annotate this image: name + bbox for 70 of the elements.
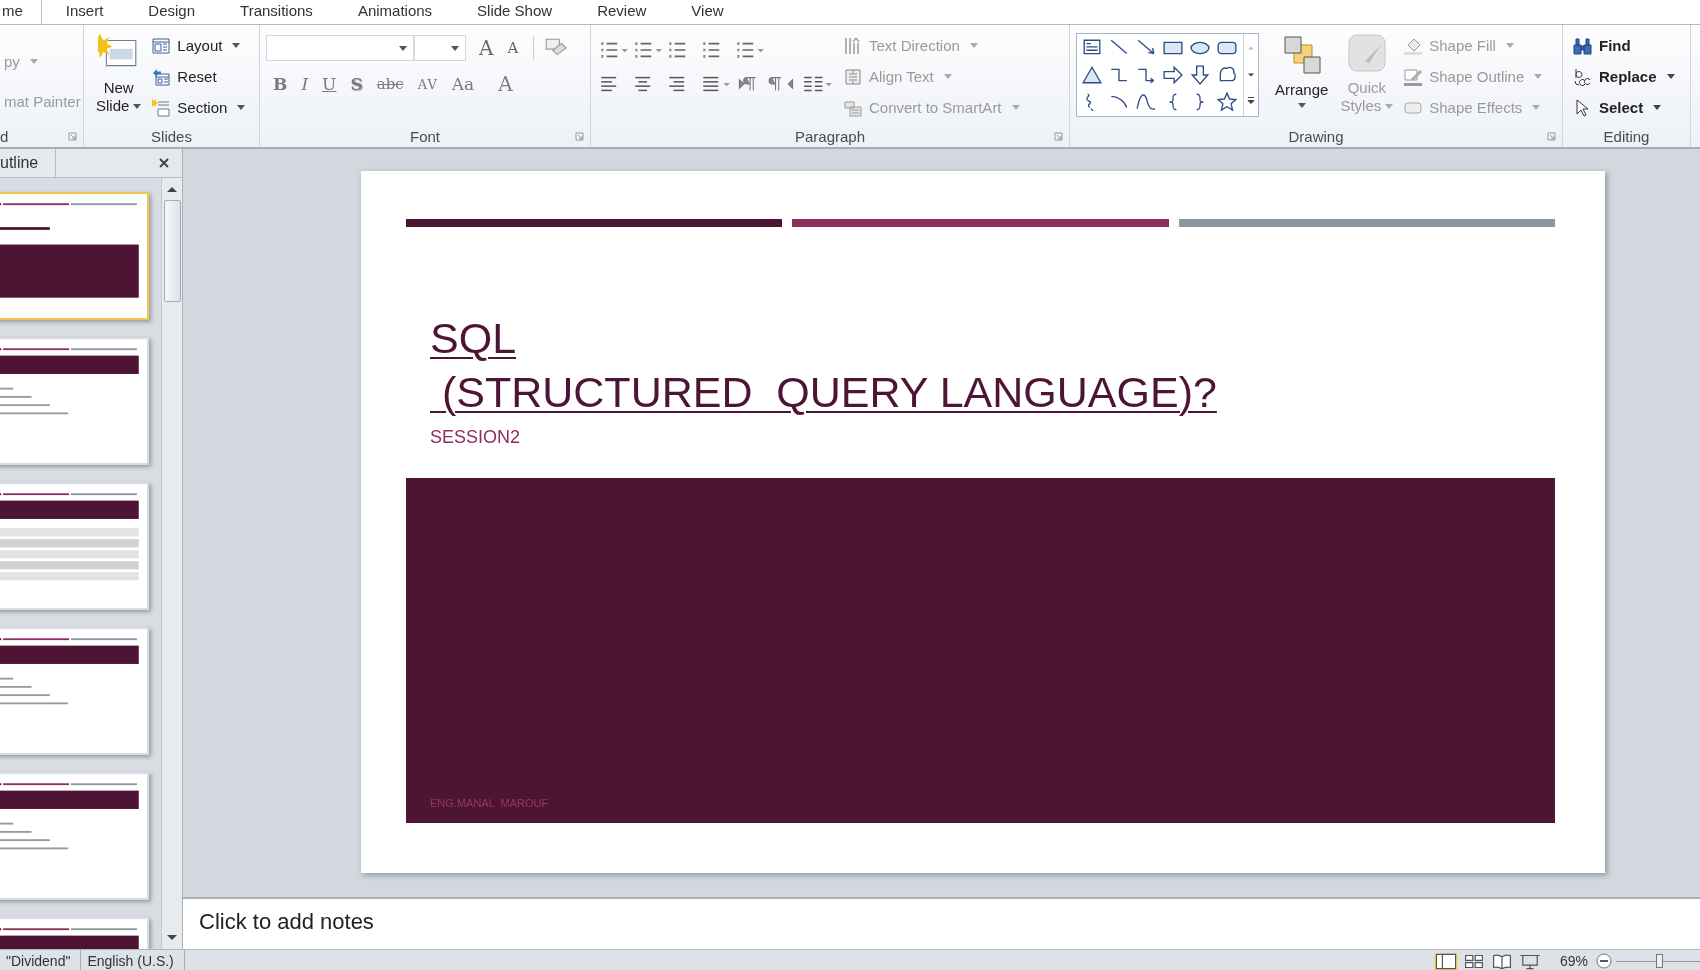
ribbon-tab[interactable]: Review xyxy=(576,0,668,24)
status-item: "Dividend" xyxy=(0,950,82,970)
star-shape-icon[interactable] xyxy=(1217,92,1237,112)
slide-show-icon[interactable] xyxy=(1517,953,1542,970)
caret-icon xyxy=(451,45,459,51)
font-name-field[interactable] xyxy=(266,35,414,61)
group-label: Paragraph xyxy=(794,127,866,145)
caret-icon xyxy=(969,43,978,48)
zoom-out-icon[interactable] xyxy=(1596,953,1612,969)
scroll-thumb[interactable] xyxy=(163,200,181,302)
smartart-icon xyxy=(843,98,863,117)
font-size-field[interactable] xyxy=(414,35,466,61)
group-label: Drawing xyxy=(1288,127,1344,145)
grow-font-button[interactable]: A xyxy=(472,35,501,61)
arrange-button[interactable]: Arrange xyxy=(1269,31,1335,125)
ribbon-tab[interactable]: me xyxy=(0,0,42,24)
shapes-gallery[interactable] xyxy=(1076,33,1259,117)
caret-icon xyxy=(1534,74,1543,79)
caret-icon xyxy=(1385,103,1394,109)
right-arrow-shape-icon[interactable] xyxy=(1163,65,1183,85)
paint-bucket-icon xyxy=(1403,36,1424,55)
slide-title: SQL (STRUCTURED QUERY LANGUAGE)? xyxy=(430,313,1217,418)
align-text-icon xyxy=(843,67,863,86)
replace-icon xyxy=(1573,67,1593,86)
caret-icon xyxy=(133,103,142,109)
triangle-shape-icon[interactable] xyxy=(1082,65,1102,85)
slide-subtitle: SESSION2 xyxy=(430,427,521,448)
down-arrow-shape-icon[interactable] xyxy=(1190,65,1210,85)
binoculars-icon xyxy=(1573,36,1593,55)
ribbon-tab[interactable]: View xyxy=(670,0,745,24)
ribbon-tab[interactable]: Insert xyxy=(44,0,125,24)
caret-icon xyxy=(1505,43,1514,48)
section-icon xyxy=(151,98,172,117)
ribbon-command[interactable]: Find xyxy=(1569,31,1684,60)
dialog-launcher-icon[interactable] xyxy=(575,132,584,141)
ribbon-command[interactable]: Reset xyxy=(147,62,250,91)
caret-icon xyxy=(1532,105,1541,110)
caret-icon xyxy=(943,74,952,79)
dialog-launcher-icon[interactable] xyxy=(1547,132,1556,141)
slide-footer: ENG.MANAL MAROUF xyxy=(430,797,549,809)
ribbon-tab[interactable]: Animations xyxy=(336,0,454,24)
group-label: Font xyxy=(410,127,440,145)
shrink-font-button[interactable]: A xyxy=(500,35,526,61)
ribbon-command[interactable]: Layout xyxy=(147,31,250,60)
group-label: Editing xyxy=(1603,127,1650,145)
ribbon-command[interactable]: Select xyxy=(1569,93,1684,122)
new-slide-button[interactable]: New Slide xyxy=(90,31,148,125)
reset-icon xyxy=(151,67,172,86)
zoom-slider-thumb[interactable] xyxy=(1656,954,1663,968)
caret-icon xyxy=(399,45,407,51)
ribbon-tab[interactable]: Design xyxy=(127,0,217,24)
layout-icon xyxy=(151,36,172,55)
ribbon-tab[interactable]: Slide Show xyxy=(456,0,574,24)
status-item: English (U.S.) xyxy=(81,950,185,970)
scrollbar[interactable] xyxy=(161,178,182,949)
curve-shape-icon[interactable] xyxy=(1136,92,1156,112)
caret-icon xyxy=(1297,103,1306,108)
normal-view-icon[interactable] xyxy=(1433,953,1458,970)
group-label: Slides xyxy=(151,127,192,145)
pencil-icon xyxy=(1403,67,1424,86)
ribbon-command[interactable]: Section xyxy=(147,93,250,122)
ribbon-tab[interactable]: Transitions xyxy=(219,0,334,24)
dialog-launcher-icon[interactable] xyxy=(68,132,77,141)
dialog-launcher-icon[interactable] xyxy=(1054,132,1063,141)
brush-icon xyxy=(1345,33,1388,73)
zoom-level[interactable]: 69% xyxy=(1559,953,1588,970)
group-label: d xyxy=(0,127,9,145)
caret-icon xyxy=(1011,105,1020,110)
close-icon[interactable] xyxy=(158,157,170,169)
ribbon-command[interactable]: Replace xyxy=(1569,62,1684,91)
